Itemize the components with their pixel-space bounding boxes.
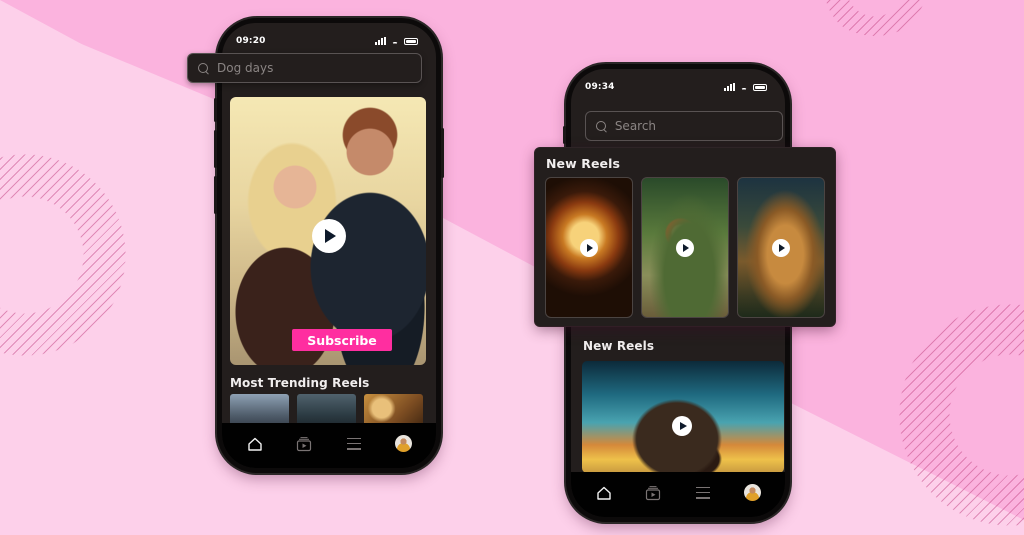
new-reels-popup: New Reels bbox=[535, 148, 835, 326]
status-time: 09:34 bbox=[585, 82, 615, 92]
section-title-new-reels: New Reels bbox=[583, 339, 655, 353]
play-button[interactable] bbox=[672, 416, 692, 436]
phone-side-button bbox=[214, 98, 217, 122]
nav-menu[interactable] bbox=[691, 481, 715, 505]
phone-screen: 09:20 Subscribe Most Trending Reels bbox=[222, 23, 436, 468]
wifi-icon bbox=[739, 83, 749, 91]
new-reels-row bbox=[545, 177, 825, 318]
search-input[interactable] bbox=[217, 61, 387, 75]
nav-home[interactable] bbox=[592, 481, 616, 505]
status-bar: 09:34 bbox=[571, 79, 785, 95]
wifi-icon bbox=[390, 37, 400, 45]
subscribe-button[interactable]: Subscribe bbox=[292, 329, 392, 351]
nav-menu[interactable] bbox=[342, 432, 366, 456]
play-button[interactable] bbox=[676, 239, 694, 257]
reels-icon bbox=[646, 485, 661, 500]
phone-side-button bbox=[214, 130, 217, 168]
reel-card[interactable] bbox=[545, 177, 633, 318]
featured-reel[interactable] bbox=[582, 361, 784, 473]
section-title-trending: Most Trending Reels bbox=[230, 376, 370, 390]
play-button[interactable] bbox=[580, 239, 598, 257]
bottom-nav bbox=[571, 472, 785, 517]
nav-reels[interactable] bbox=[641, 481, 665, 505]
play-button[interactable] bbox=[312, 219, 346, 253]
play-icon bbox=[683, 244, 689, 252]
play-icon bbox=[679, 422, 687, 430]
nav-profile[interactable] bbox=[391, 432, 415, 456]
avatar bbox=[394, 435, 412, 452]
reels-icon bbox=[297, 436, 312, 451]
status-time: 09:20 bbox=[236, 36, 266, 46]
nav-profile[interactable] bbox=[740, 481, 764, 505]
popup-title: New Reels bbox=[546, 156, 621, 171]
signal-icon bbox=[724, 83, 735, 91]
nav-reels[interactable] bbox=[292, 432, 316, 456]
hero-video[interactable]: Subscribe bbox=[230, 97, 426, 365]
reel-card[interactable] bbox=[737, 177, 825, 318]
battery-icon bbox=[404, 37, 418, 45]
play-icon bbox=[587, 244, 593, 252]
search-bar[interactable] bbox=[187, 53, 422, 83]
home-icon bbox=[248, 437, 262, 451]
menu-icon bbox=[695, 486, 710, 499]
phone-side-button bbox=[563, 126, 566, 144]
nav-home[interactable] bbox=[243, 432, 267, 456]
phone-side-button bbox=[214, 176, 217, 214]
phone-side-button bbox=[441, 128, 444, 178]
search-input[interactable] bbox=[614, 119, 782, 133]
avatar bbox=[743, 484, 761, 501]
home-icon bbox=[597, 486, 611, 500]
phone-left: 09:20 Subscribe Most Trending Reels bbox=[214, 18, 444, 473]
search-icon bbox=[198, 62, 209, 74]
play-button[interactable] bbox=[772, 239, 790, 257]
play-icon bbox=[779, 244, 785, 252]
status-bar: 09:20 bbox=[222, 33, 436, 49]
signal-icon bbox=[375, 37, 386, 45]
menu-icon bbox=[346, 437, 361, 450]
reel-card[interactable] bbox=[641, 177, 729, 318]
play-icon bbox=[325, 229, 336, 243]
bottom-nav bbox=[222, 423, 436, 468]
battery-icon bbox=[753, 83, 767, 91]
search-bar[interactable] bbox=[585, 111, 783, 141]
search-icon bbox=[596, 120, 607, 132]
